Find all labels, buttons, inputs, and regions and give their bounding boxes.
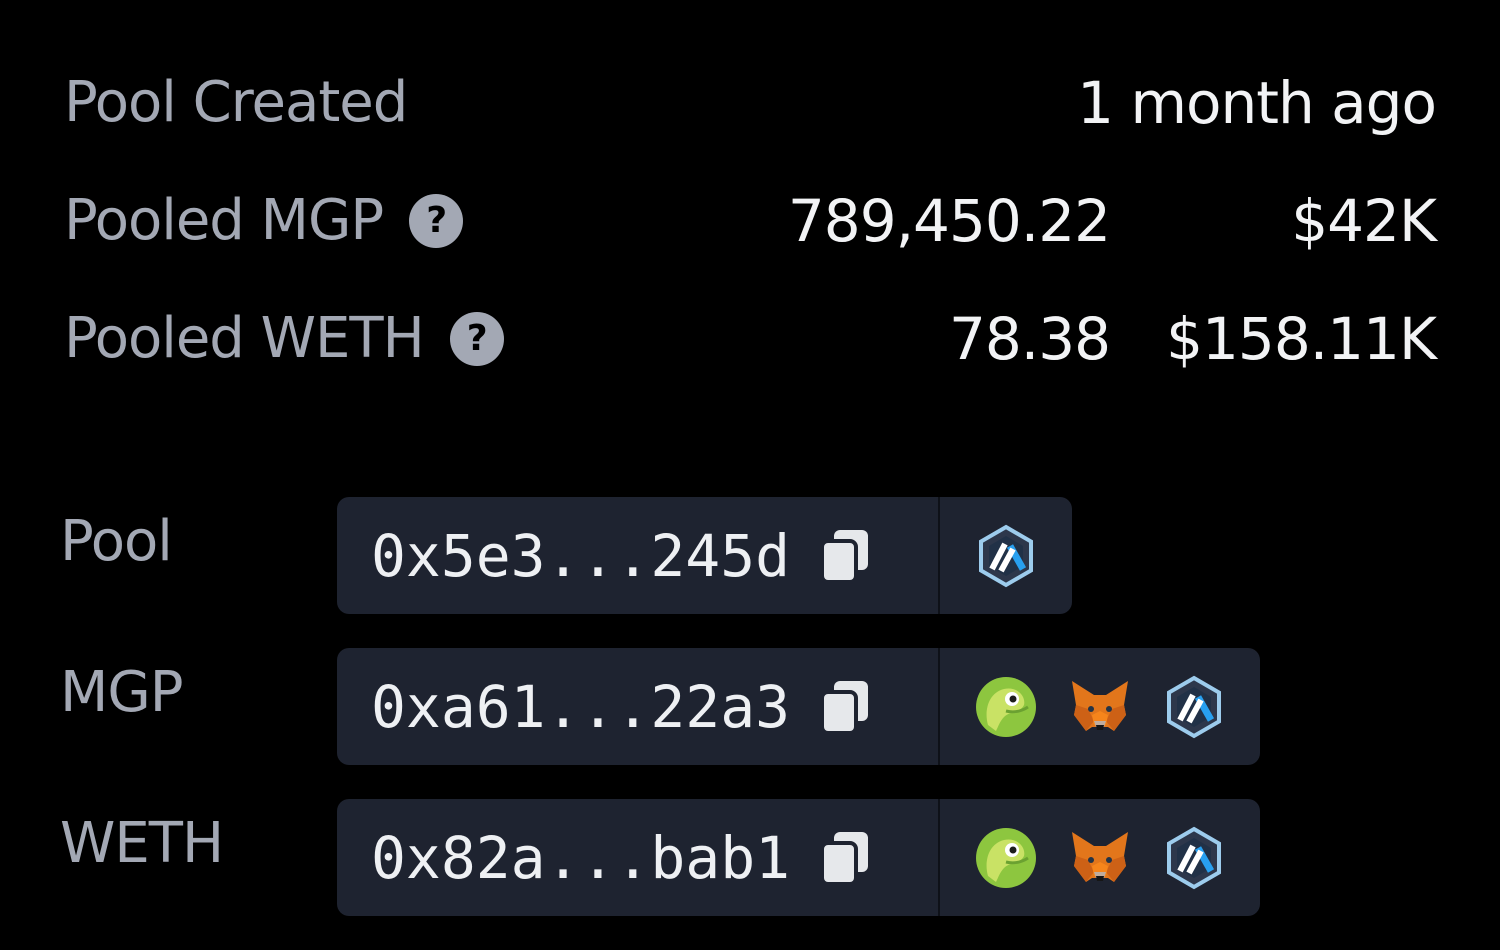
stat-row-pooled-weth: Pooled WETH ? 78.38 $158.11K bbox=[64, 296, 1437, 414]
address-pill: 0x5e3...245d bbox=[337, 497, 1072, 614]
metamask-icon[interactable] bbox=[1068, 675, 1132, 739]
pooled-mgp-usd: $42K bbox=[1291, 187, 1437, 255]
copy-address-button[interactable]: 0x5e3...245d bbox=[337, 497, 940, 614]
stat-label: Pool Created bbox=[64, 68, 408, 138]
address-pill: 0x82a...bab1 bbox=[337, 799, 1260, 916]
copy-icon[interactable] bbox=[820, 528, 872, 584]
metamask-icon[interactable] bbox=[1068, 826, 1132, 890]
address-text: 0x5e3...245d bbox=[371, 521, 791, 590]
pooled-weth-amount: 78.38 bbox=[948, 305, 1111, 373]
explorer-links bbox=[940, 799, 1260, 916]
help-icon[interactable]: ? bbox=[409, 194, 464, 248]
address-pill: 0xa61...22a3 bbox=[337, 648, 1260, 765]
stat-label: Pooled WETH ? bbox=[64, 304, 504, 374]
coingecko-icon[interactable] bbox=[974, 675, 1038, 739]
arbiscan-icon[interactable] bbox=[974, 524, 1038, 588]
address-label: MGP bbox=[60, 660, 183, 725]
pooled-weth-usd: $158.11K bbox=[1166, 305, 1437, 373]
copy-address-button[interactable]: 0x82a...bab1 bbox=[337, 799, 940, 916]
help-icon[interactable]: ? bbox=[449, 312, 504, 366]
stat-row-pooled-mgp: Pooled MGP ? 789,450.22 $42K bbox=[64, 178, 1437, 296]
copy-icon[interactable] bbox=[820, 830, 872, 886]
arbiscan-icon[interactable] bbox=[1162, 826, 1226, 890]
stat-label: Pooled MGP ? bbox=[64, 186, 464, 256]
address-label: WETH bbox=[60, 811, 224, 876]
copy-icon[interactable] bbox=[820, 679, 872, 735]
address-text: 0x82a...bab1 bbox=[371, 823, 791, 892]
pool-created-value: 1 month ago bbox=[1077, 69, 1437, 137]
address-label: Pool bbox=[60, 509, 173, 574]
explorer-links bbox=[940, 497, 1072, 614]
explorer-links bbox=[940, 648, 1260, 765]
address-text: 0xa61...22a3 bbox=[371, 672, 791, 741]
copy-address-button[interactable]: 0xa61...22a3 bbox=[337, 648, 940, 765]
pooled-mgp-amount: 789,450.22 bbox=[787, 187, 1111, 255]
stat-label-text: Pool Created bbox=[64, 70, 408, 135]
arbiscan-icon[interactable] bbox=[1162, 675, 1226, 739]
stat-label-text: Pooled MGP bbox=[64, 188, 384, 253]
stat-label-text: Pooled WETH bbox=[64, 306, 425, 371]
stat-row-pool-created: Pool Created 1 month ago bbox=[64, 60, 1437, 178]
coingecko-icon[interactable] bbox=[974, 826, 1038, 890]
pool-stats: Pool Created 1 month ago Pooled MGP ? 78… bbox=[64, 60, 1437, 414]
